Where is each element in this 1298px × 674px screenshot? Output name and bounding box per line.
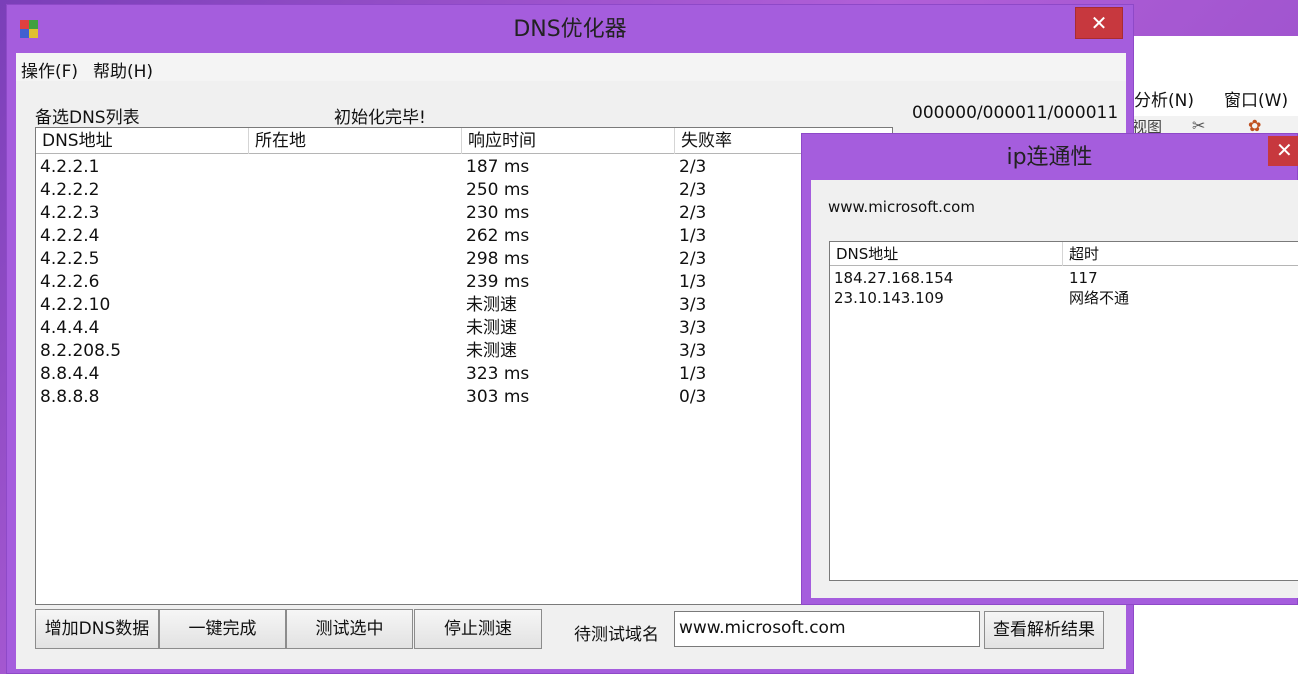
ip-domain-text: www.microsoft.com xyxy=(828,198,975,216)
cell-response-time: 未测速 xyxy=(466,341,517,361)
cell-response-time: 323 ms xyxy=(466,364,530,384)
table-row[interactable]: 4.2.2.1 187 ms 2/3 xyxy=(36,156,892,179)
cell-failure-rate: 3/3 xyxy=(679,318,707,338)
cell-location xyxy=(249,294,253,317)
table-row[interactable]: 4.2.2.10 未测速 3/3 xyxy=(36,294,892,317)
domain-input[interactable]: www.microsoft.com xyxy=(674,611,980,647)
cell-dns-address: 4.2.2.1 xyxy=(40,157,100,177)
cell-response-time: 239 ms xyxy=(466,272,530,292)
column-header-dns-address[interactable]: DNS地址 xyxy=(36,128,249,154)
cell-dns-address: 8.8.4.4 xyxy=(40,364,100,384)
table-row[interactable]: 4.2.2.6 239 ms 1/3 xyxy=(36,271,892,294)
cell-response-time: 未测速 xyxy=(466,318,517,338)
table-row[interactable]: 8.8.4.4 323 ms 1/3 xyxy=(36,363,892,386)
window-title: DNS优化器 xyxy=(513,17,627,42)
add-dns-button[interactable]: 增加DNS数据 xyxy=(35,609,159,649)
cell-location xyxy=(249,340,253,363)
cell-failure-rate: 0/3 xyxy=(679,387,707,407)
cell-response-time: 298 ms xyxy=(466,249,530,269)
cell-dns-address: 4.2.2.4 xyxy=(40,226,100,246)
table-row[interactable]: 8.2.208.5 未测速 3/3 xyxy=(36,340,892,363)
cell-dns-address: 8.8.8.8 xyxy=(40,387,100,407)
cell-failure-rate: 2/3 xyxy=(679,249,707,269)
cell-failure-rate: 3/3 xyxy=(679,341,707,361)
status-text: 初始化完毕! xyxy=(334,108,426,128)
column-header-response-time[interactable]: 响应时间 xyxy=(462,128,675,154)
cell-failure-rate: 3/3 xyxy=(679,295,707,315)
cell-location xyxy=(249,179,253,202)
cell-failure-rate: 1/3 xyxy=(679,226,707,246)
cell-dns-address: 8.2.208.5 xyxy=(40,341,122,361)
progress-counter: 000000/000011/000011 xyxy=(912,103,1119,123)
view-results-button[interactable]: 查看解析结果 xyxy=(984,611,1104,649)
cell-failure-rate: 2/3 xyxy=(679,203,707,223)
menubar: 操作(F) 帮助(H) xyxy=(16,53,1126,82)
background-menubar: 分析(N) 窗口(W) xyxy=(1128,82,1298,111)
cell-response-time: 262 ms xyxy=(466,226,530,246)
cell-timeout: 网络不通 xyxy=(1069,289,1130,307)
ip-close-button[interactable]: ✕ xyxy=(1268,136,1298,166)
cell-timeout: 117 xyxy=(1069,269,1098,287)
menu-item-operation[interactable]: 操作(F) xyxy=(21,57,78,82)
cell-response-time: 未测速 xyxy=(466,295,517,315)
table-row[interactable]: 4.4.4.4 未测速 3/3 xyxy=(36,317,892,340)
cell-location xyxy=(249,248,253,271)
column-header-location[interactable]: 所在地 xyxy=(249,128,462,154)
cell-location xyxy=(249,386,253,409)
ip-client-area: www.microsoft.com DNS地址 超时 184.27.168.15… xyxy=(811,180,1298,598)
cell-dns-address: 4.2.2.10 xyxy=(40,295,111,315)
table-row[interactable]: 23.10.143.109 网络不通 xyxy=(830,288,1298,308)
column-header-timeout[interactable]: 超时 xyxy=(1063,242,1298,266)
table-row[interactable]: 184.27.168.154 117 xyxy=(830,268,1298,288)
cell-failure-rate: 1/3 xyxy=(679,272,707,292)
list-header: DNS地址 所在地 响应时间 失败率 xyxy=(36,128,892,154)
close-button[interactable]: ✕ xyxy=(1075,7,1123,39)
cell-response-time: 230 ms xyxy=(466,203,530,223)
cell-dns-address: 23.10.143.109 xyxy=(834,289,944,307)
cell-location xyxy=(249,271,253,294)
cell-location xyxy=(249,202,253,225)
table-row[interactable]: 8.8.8.8 303 ms 0/3 xyxy=(36,386,892,409)
table-row[interactable]: 4.2.2.4 262 ms 1/3 xyxy=(36,225,892,248)
close-icon: ✕ xyxy=(1090,11,1108,35)
cell-dns-address: 4.4.4.4 xyxy=(40,318,100,338)
cell-dns-address: 184.27.168.154 xyxy=(834,269,954,287)
domain-label: 待测试域名 xyxy=(574,625,659,645)
one-click-complete-button[interactable]: 一键完成 xyxy=(159,609,286,649)
cell-dns-address: 4.2.2.3 xyxy=(40,203,100,223)
ip-connectivity-window: ip连通性 ✕ www.microsoft.com DNS地址 超时 184.2… xyxy=(801,133,1298,605)
cell-location xyxy=(249,225,253,248)
dns-list-label: 备选DNS列表 xyxy=(35,108,140,128)
table-row[interactable]: 4.2.2.5 298 ms 2/3 xyxy=(36,248,892,271)
menu-item-help[interactable]: 帮助(H) xyxy=(93,57,153,82)
cell-failure-rate: 2/3 xyxy=(679,157,707,177)
cell-response-time: 187 ms xyxy=(466,157,530,177)
stop-test-button[interactable]: 停止测速 xyxy=(414,609,542,649)
menu-item-window[interactable]: 窗口(W) xyxy=(1224,86,1288,111)
app-icon xyxy=(20,20,38,38)
table-row[interactable]: 4.2.2.3 230 ms 2/3 xyxy=(36,202,892,225)
column-header-dns-address[interactable]: DNS地址 xyxy=(830,242,1063,266)
cell-location xyxy=(249,317,253,340)
dns-list-view[interactable]: DNS地址 所在地 响应时间 失败率 4.2.2.1 187 ms 2/3 4.2.2… xyxy=(35,127,893,605)
menu-item-analyze[interactable]: 分析(N) xyxy=(1134,86,1194,111)
cell-location xyxy=(249,363,253,386)
cell-dns-address: 4.2.2.5 xyxy=(40,249,100,269)
ip-window-title: ip连通性 xyxy=(1006,145,1093,170)
cell-response-time: 250 ms xyxy=(466,180,530,200)
cell-dns-address: 4.2.2.2 xyxy=(40,180,100,200)
table-row[interactable]: 4.2.2.2 250 ms 2/3 xyxy=(36,179,892,202)
cell-location xyxy=(249,156,253,179)
close-icon: ✕ xyxy=(1276,138,1293,162)
cell-dns-address: 4.2.2.6 xyxy=(40,272,100,292)
cell-response-time: 303 ms xyxy=(466,387,530,407)
cell-failure-rate: 1/3 xyxy=(679,364,707,384)
cell-failure-rate: 2/3 xyxy=(679,180,707,200)
ip-list-header: DNS地址 超时 xyxy=(830,242,1298,266)
test-selected-button[interactable]: 测试选中 xyxy=(286,609,413,649)
ip-list-view[interactable]: DNS地址 超时 184.27.168.154 117 23.10.143.109 网… xyxy=(829,241,1298,581)
